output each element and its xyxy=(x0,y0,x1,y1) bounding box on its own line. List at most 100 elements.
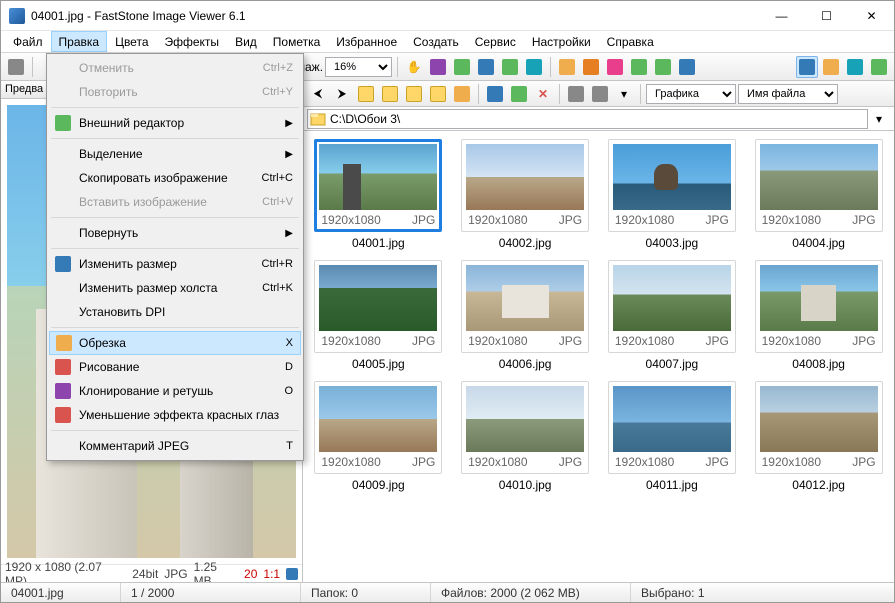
nav-desktop-button[interactable] xyxy=(403,83,425,105)
menu-item-изменить-размер[interactable]: Изменить размерCtrl+R xyxy=(49,252,301,276)
delete-button[interactable]: ✕ xyxy=(532,83,554,105)
status-selected: Выбрано: 1 xyxy=(631,583,894,602)
minimize-button[interactable]: — xyxy=(759,1,804,31)
thumb-resolution: 1920x1080 xyxy=(321,334,380,348)
menu-item-установить-dpi[interactable]: Установить DPI xyxy=(49,300,301,324)
menu-избранное[interactable]: Избранное xyxy=(328,31,405,52)
menu-item-комментарий-jpeg[interactable]: Комментарий JPEGT xyxy=(49,434,301,458)
nav-up-button[interactable] xyxy=(355,83,377,105)
menu-правка[interactable]: Правка xyxy=(51,31,108,52)
Рисование-icon xyxy=(55,359,71,375)
thumb-format: JPG xyxy=(852,455,875,469)
menu-item-выделение[interactable]: Выделение▶ xyxy=(49,142,301,166)
wallpaper-button[interactable] xyxy=(676,56,698,78)
nav-favorites-button[interactable] xyxy=(451,83,473,105)
menu-item-label: Повторить xyxy=(79,85,138,99)
thumbnail-04011.jpg[interactable]: 1920x1080JPG04011.jpg xyxy=(605,381,740,492)
menu-shortcut: Ctrl+R xyxy=(262,258,293,270)
tool-button-4[interactable] xyxy=(499,56,521,78)
thumbnail-04005.jpg[interactable]: 1920x1080JPG04005.jpg xyxy=(311,260,446,371)
menu-настройки[interactable]: Настройки xyxy=(524,31,599,52)
thumb-filename: 04001.jpg xyxy=(352,236,405,250)
thumbnail-04010.jpg[interactable]: 1920x1080JPG04010.jpg xyxy=(458,381,593,492)
Внешний редактор-icon xyxy=(55,115,71,131)
menu-пометка[interactable]: Пометка xyxy=(265,31,329,52)
Изменить размер-icon xyxy=(55,256,71,272)
thumbnail-04003.jpg[interactable]: 1920x1080JPG04003.jpg xyxy=(605,139,740,250)
nav-docs-button[interactable] xyxy=(427,83,449,105)
menu-справка[interactable]: Справка xyxy=(599,31,662,52)
thumb-resolution: 1920x1080 xyxy=(615,455,674,469)
view-list-button[interactable] xyxy=(820,56,842,78)
view-thumbnails-button[interactable] xyxy=(796,56,818,78)
menu-item-скопировать-изображение[interactable]: Скопировать изображениеCtrl+C xyxy=(49,166,301,190)
copy-button[interactable] xyxy=(484,83,506,105)
nav-back-button[interactable]: ⮜ xyxy=(307,83,329,105)
thumb-format: JPG xyxy=(559,334,582,348)
thumbnail-04006.jpg[interactable]: 1920x1080JPG04006.jpg xyxy=(458,260,593,371)
menu-item-уменьшение-эффекта-красных-глаз[interactable]: Уменьшение эффекта красных глаз xyxy=(49,403,301,427)
tool-button-2[interactable] xyxy=(451,56,473,78)
view-small-icons-button[interactable] xyxy=(589,83,611,105)
close-button[interactable]: ✕ xyxy=(849,1,894,31)
menu-separator xyxy=(51,327,299,328)
thumbnail-04012.jpg[interactable]: 1920x1080JPG04012.jpg xyxy=(751,381,886,492)
menu-item-повернуть[interactable]: Повернуть▶ xyxy=(49,221,301,245)
menu-item-рисование[interactable]: РисованиеD xyxy=(49,355,301,379)
thumb-image xyxy=(466,144,584,210)
filter-select[interactable]: Графика xyxy=(646,84,736,104)
thumb-format: JPG xyxy=(559,455,582,469)
thumb-filename: 04003.jpg xyxy=(646,236,699,250)
thumbnail-04007.jpg[interactable]: 1920x1080JPG04007.jpg xyxy=(605,260,740,371)
brightness-button[interactable] xyxy=(556,56,578,78)
menu-создать[interactable]: Создать xyxy=(405,31,467,52)
thumbnail-04002.jpg[interactable]: 1920x1080JPG04002.jpg xyxy=(458,139,593,250)
thumb-resolution: 1920x1080 xyxy=(321,455,380,469)
view-detail-button[interactable] xyxy=(844,56,866,78)
thumbnail-04009.jpg[interactable]: 1920x1080JPG04009.jpg xyxy=(311,381,446,492)
thumb-info: 1920x1080JPG xyxy=(466,452,584,469)
nav-home-button[interactable] xyxy=(379,83,401,105)
preview-extra-icon[interactable] xyxy=(286,568,298,580)
nav-forward-button[interactable]: ⮞ xyxy=(331,83,353,105)
tool-button-1[interactable] xyxy=(427,56,449,78)
rotate-right-button[interactable] xyxy=(652,56,674,78)
effects-button[interactable] xyxy=(604,56,626,78)
statusbar: 04001.jpg 1 / 2000 Папок: 0 Файлов: 2000… xyxy=(1,582,894,602)
path-input[interactable] xyxy=(307,109,868,129)
thumbnail-04008.jpg[interactable]: 1920x1080JPG04008.jpg xyxy=(751,260,886,371)
menu-эффекты[interactable]: Эффекты xyxy=(157,31,228,52)
move-button[interactable] xyxy=(508,83,530,105)
tool-button-5[interactable] xyxy=(523,56,545,78)
thumbnail-04004.jpg[interactable]: 1920x1080JPG04004.jpg xyxy=(751,139,886,250)
view-large-icons-button[interactable] xyxy=(565,83,587,105)
hand-tool-button[interactable]: ✋ xyxy=(403,56,425,78)
menu-файл[interactable]: Файл xyxy=(5,31,51,52)
fullscreen-button[interactable] xyxy=(868,56,890,78)
thumb-info: 1920x1080JPG xyxy=(613,452,731,469)
menu-item-клонирование-и-ретушь[interactable]: Клонирование и ретушьO xyxy=(49,379,301,403)
menu-вид[interactable]: Вид xyxy=(227,31,265,52)
sort-select[interactable]: Имя файла xyxy=(738,84,838,104)
rotate-left-button[interactable] xyxy=(628,56,650,78)
view-options-button[interactable]: ▾ xyxy=(613,83,635,105)
maximize-button[interactable]: ☐ xyxy=(804,1,849,31)
menu-item-label: Повернуть xyxy=(79,226,138,240)
zoom-select[interactable]: 16% xyxy=(325,57,392,77)
thumbnail-04001.jpg[interactable]: 1920x1080JPG04001.jpg xyxy=(311,139,446,250)
color-button[interactable] xyxy=(580,56,602,78)
menu-сервис[interactable]: Сервис xyxy=(467,31,524,52)
menu-item-внешний-редактор[interactable]: Внешний редактор▶ xyxy=(49,111,301,135)
thumb-format: JPG xyxy=(706,334,729,348)
right-pane: ⮜ ⮞ ✕ ▾ Графика Имя файла ▾ 1920x1080JPG… xyxy=(303,81,894,582)
preview-ratio: 20 xyxy=(244,567,257,581)
menu-shortcut: O xyxy=(284,385,293,397)
thumb-resolution: 1920x1080 xyxy=(321,213,380,227)
path-dropdown-button[interactable]: ▾ xyxy=(868,108,890,130)
capture-button[interactable] xyxy=(5,56,27,78)
tool-button-3[interactable] xyxy=(475,56,497,78)
menu-item-обрезка[interactable]: ОбрезкаX xyxy=(49,331,301,355)
thumb-info: 1920x1080JPG xyxy=(760,210,878,227)
menu-цвета[interactable]: Цвета xyxy=(107,31,156,52)
menu-item-изменить-размер-холста[interactable]: Изменить размер холстаCtrl+K xyxy=(49,276,301,300)
